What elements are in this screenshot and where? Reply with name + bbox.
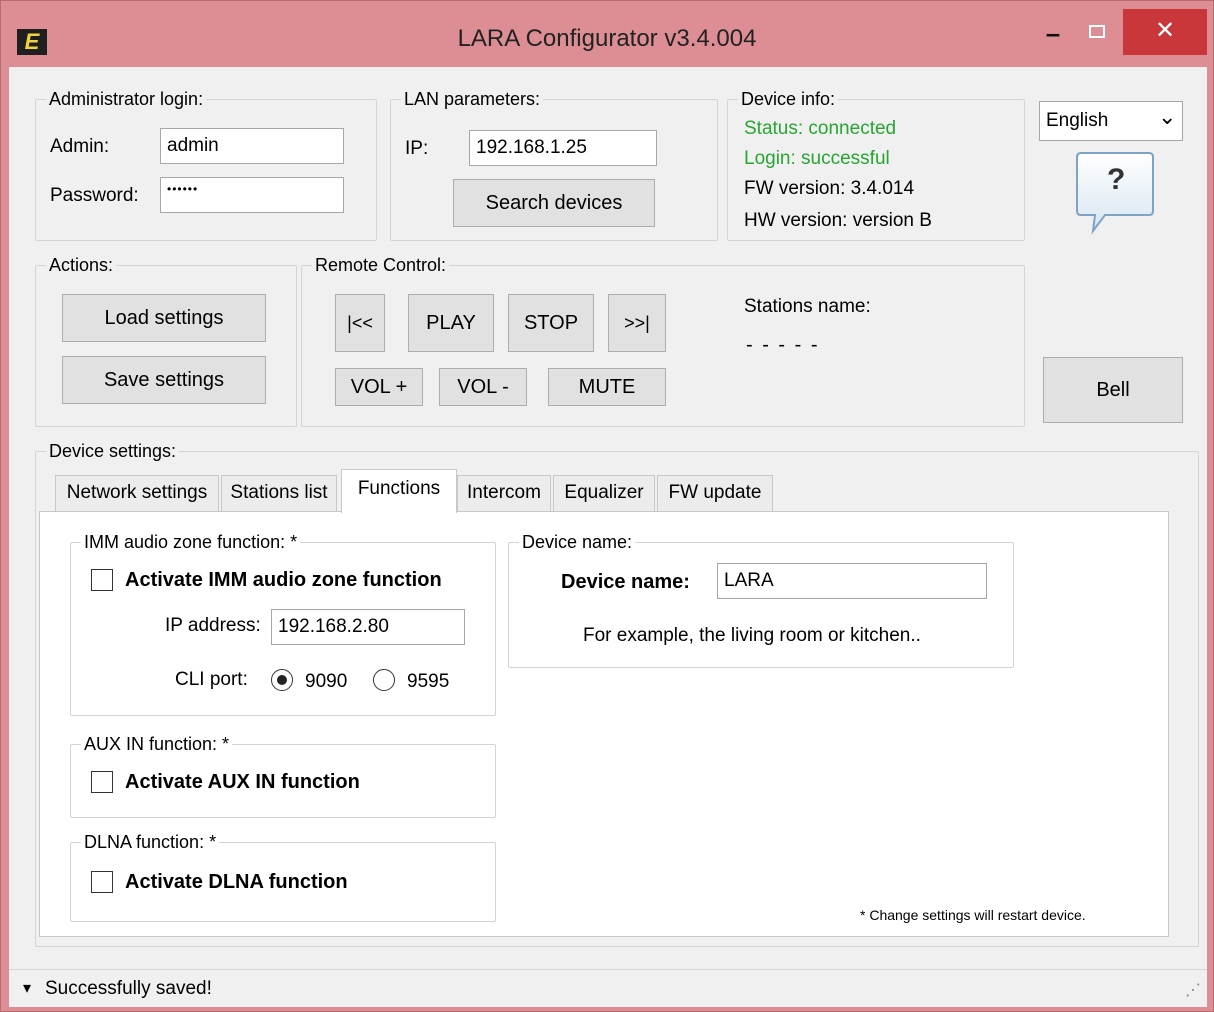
- imm-audio-zone-group: IMM audio zone function: * Activate IMM …: [70, 531, 496, 716]
- device-name-field-label: Device name:: [561, 571, 690, 593]
- aux-in-group-label: AUX IN function: *: [81, 733, 233, 755]
- stations-name-value: - - - - -: [746, 334, 820, 356]
- language-select-value: English: [1046, 110, 1109, 131]
- cli-port-9090-label[interactable]: 9090: [305, 671, 347, 693]
- device-name-group: Device name: Device name: LARA For examp…: [508, 531, 1014, 668]
- dlna-checkbox-label[interactable]: Activate DLNA function: [125, 871, 348, 893]
- lan-parameters-group-label: LAN parameters:: [401, 88, 544, 110]
- play-button[interactable]: PLAY: [408, 294, 494, 352]
- password-input[interactable]: ••••••: [160, 177, 344, 213]
- tab-functions[interactable]: Functions: [341, 469, 457, 513]
- maximize-button[interactable]: [1075, 9, 1119, 55]
- login-status: Login: successful: [744, 148, 890, 169]
- language-select[interactable]: English ⌄: [1039, 101, 1183, 141]
- tab-equalizer[interactable]: Equalizer: [553, 475, 655, 511]
- help-button[interactable]: ?: [1075, 151, 1155, 235]
- aux-in-checkbox[interactable]: [91, 771, 113, 793]
- fw-version: FW version: 3.4.014: [744, 178, 915, 199]
- tab-network-settings[interactable]: Network settings: [55, 475, 219, 511]
- close-button[interactable]: ✕: [1123, 9, 1207, 55]
- device-name-hint: For example, the living room or kitchen.…: [583, 625, 921, 646]
- password-label: Password:: [50, 185, 139, 206]
- remote-control-group: Remote Control: |<< PLAY STOP >>| VOL + …: [301, 254, 1025, 427]
- previous-button[interactable]: |<<: [335, 294, 385, 352]
- status-message: Successfully saved!: [45, 978, 212, 999]
- search-devices-button[interactable]: Search devices: [453, 179, 655, 227]
- tab-intercom[interactable]: Intercom: [457, 475, 551, 511]
- resize-grip-icon[interactable]: ⋰: [1185, 980, 1201, 1002]
- maximize-icon: [1089, 25, 1105, 38]
- device-status: Status: connected: [744, 118, 897, 139]
- imm-audio-zone-checkbox-label[interactable]: Activate IMM audio zone function: [125, 569, 442, 591]
- device-info-group-label: Device info:: [738, 88, 839, 110]
- functions-tab-panel: IMM audio zone function: * Activate IMM …: [39, 511, 1169, 937]
- admin-input[interactable]: admin: [160, 128, 344, 164]
- dlna-group-label: DLNA function: *: [81, 831, 220, 853]
- cli-port-9090-radio[interactable]: [271, 669, 293, 691]
- imm-ip-input[interactable]: 192.168.2.80: [271, 609, 465, 645]
- stop-button[interactable]: STOP: [508, 294, 594, 352]
- hw-version: HW version: version B: [744, 210, 932, 231]
- lan-parameters-group: LAN parameters: IP: 192.168.1.25 Search …: [390, 88, 718, 241]
- device-settings-group-label: Device settings:: [46, 440, 180, 462]
- dlna-checkbox[interactable]: [91, 871, 113, 893]
- imm-ip-label: IP address:: [165, 615, 261, 636]
- ip-label: IP:: [405, 138, 429, 159]
- mute-button[interactable]: MUTE: [548, 368, 666, 406]
- device-name-group-label: Device name:: [519, 531, 636, 553]
- tab-fw-update[interactable]: FW update: [657, 475, 773, 511]
- device-info-group: Device info: Status: connected Login: su…: [727, 88, 1025, 241]
- tab-stations-list[interactable]: Stations list: [221, 475, 337, 511]
- bell-button[interactable]: Bell: [1043, 357, 1183, 423]
- actions-group: Actions: Load settings Save settings: [35, 254, 297, 427]
- ip-input[interactable]: 192.168.1.25: [469, 130, 657, 166]
- save-settings-button[interactable]: Save settings: [62, 356, 266, 404]
- cli-port-9595-radio[interactable]: [373, 669, 395, 691]
- cli-port-label: CLI port:: [175, 669, 248, 690]
- app-window: E LARA Configurator v3.4.004 – ✕ Adminis…: [0, 0, 1214, 1012]
- status-dropdown-arrow-icon[interactable]: ▾: [23, 978, 31, 1000]
- load-settings-button[interactable]: Load settings: [62, 294, 266, 342]
- aux-in-checkbox-label[interactable]: Activate AUX IN function: [125, 771, 360, 793]
- imm-audio-zone-checkbox[interactable]: [91, 569, 113, 591]
- cli-port-9595-label[interactable]: 9595: [407, 671, 449, 693]
- next-button[interactable]: >>|: [608, 294, 666, 352]
- actions-group-label: Actions:: [46, 254, 117, 276]
- imm-audio-zone-group-label: IMM audio zone function: *: [81, 531, 301, 553]
- status-bar: ▾ Successfully saved! ⋰: [9, 969, 1207, 1007]
- volume-up-button[interactable]: VOL +: [335, 368, 423, 406]
- remote-control-group-label: Remote Control:: [312, 254, 450, 276]
- admin-label: Admin:: [50, 136, 110, 157]
- chevron-down-icon: ⌄: [1158, 104, 1177, 129]
- help-question-mark: ?: [1107, 163, 1126, 196]
- aux-in-group: AUX IN function: * Activate AUX IN funct…: [70, 733, 496, 818]
- title-bar[interactable]: E LARA Configurator v3.4.004 – ✕: [1, 1, 1213, 67]
- volume-down-button[interactable]: VOL -: [439, 368, 527, 406]
- admin-login-group-label: Administrator login:: [46, 88, 207, 110]
- stations-name-label: Stations name:: [744, 296, 871, 317]
- minimize-button[interactable]: –: [1031, 9, 1075, 55]
- restart-note: * Change settings will restart device.: [860, 907, 1086, 923]
- device-name-input[interactable]: LARA: [717, 563, 987, 599]
- dlna-group: DLNA function: * Activate DLNA function: [70, 831, 496, 922]
- admin-login-group: Administrator login: Admin: admin Passwo…: [35, 88, 377, 241]
